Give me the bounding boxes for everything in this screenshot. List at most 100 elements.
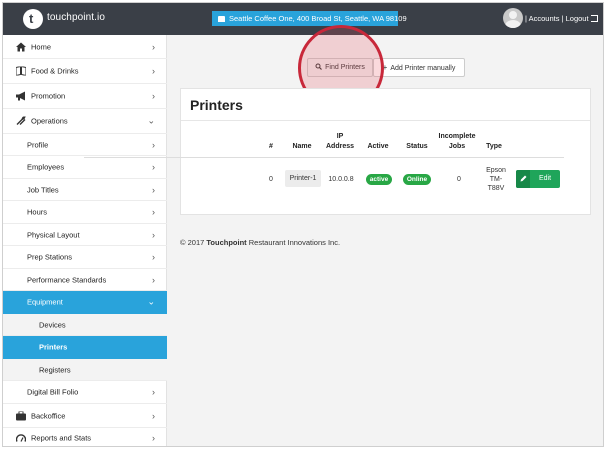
sidebar-item-label: Employees [27,162,65,172]
sidebar-item-label: Reports and Stats [31,433,92,443]
sidebar-item-devices[interactable]: Devices [3,314,167,336]
cell-active: active [365,174,393,185]
sidebar-item-job-titles[interactable]: Job Titles › [3,179,167,201]
sidebar-item-operations[interactable]: Operations ⌄ [3,109,167,134]
separator: | [525,14,527,23]
edit-button[interactable]: Edit [516,170,560,188]
speedometer-icon [16,434,26,442]
store-icon [218,16,225,23]
briefcase-icon [16,411,26,420]
location-label: Seattle Coffee One, 400 Broad St, Seattl… [229,14,407,23]
app-window: t touchpoint.io Seattle Coffee One, 400 … [2,2,604,447]
sidebar-item-label: Job Titles [27,185,59,194]
sidebar-item-label: Operations [31,116,68,126]
home-icon [16,42,26,51]
chevron-right-icon: › [152,139,155,150]
logo-letter: t [29,11,34,26]
sidebar-item-equipment[interactable]: Equipment ⌄ [3,291,167,314]
footer: © 2017 Touchpoint Restaurant Innovations… [180,238,340,247]
sidebar-item-label: Registers [39,365,71,374]
cell-ip: 10.0.0.8 [328,176,354,183]
footer-company: Touchpoint [206,238,247,247]
logout-icon[interactable] [590,15,598,22]
add-printer-button[interactable]: + Add Printer manually [373,58,465,77]
chevron-right-icon: › [152,162,155,172]
sidebar-item-backoffice[interactable]: Backoffice › [3,404,167,428]
chevron-right-icon: › [152,184,155,195]
col-header-status: Status [406,143,428,150]
sidebar-item-performance-standards[interactable]: Performance Standards › [3,269,167,291]
sidebar-item-promotion[interactable]: Promotion › [3,84,167,109]
sidebar-item-employees[interactable]: Employees › [3,156,167,179]
chevron-right-icon: › [152,410,155,421]
avatar[interactable] [503,8,523,28]
chevron-down-icon: ⌄ [147,115,155,126]
sidebar-item-registers[interactable]: Registers [3,359,167,381]
sidebar-item-digital-bill-folio[interactable]: Digital Bill Folio › [3,381,167,404]
sidebar-item-label: Physical Layout [27,230,80,239]
col-header-num: # [269,143,273,150]
pencil-icon [516,170,530,188]
chevron-right-icon: › [152,252,155,262]
cell-jobs: 0 [457,176,461,183]
sidebar-item-label: Prep Stations [27,252,73,262]
top-bar: t touchpoint.io Seattle Coffee One, 400 … [3,3,603,35]
cell-num: 0 [269,176,273,183]
logout-link[interactable]: Logout [566,14,589,23]
sidebar-item-label: Printers [39,342,68,352]
chevron-down-icon: ⌄ [147,296,155,307]
footer-suffix: Restaurant Innovations Inc. [246,238,341,247]
book-icon [16,66,26,76]
cell-type: Epson TM-T88V [486,167,506,192]
col-header-name: Name [292,143,312,150]
sidebar-item-label: Hours [27,207,48,217]
chevron-right-icon: › [152,207,155,217]
sidebar: Home › Food & Drinks › Promotion › Opera… [3,35,167,446]
table-header-divider [84,157,564,158]
sidebar-item-reports-stats[interactable]: Reports and Stats › [3,428,167,446]
sidebar-item-hours[interactable]: Hours › [3,201,167,224]
cell-status: Online [400,174,434,185]
sidebar-item-label: Performance Standards [27,275,107,284]
chevron-right-icon: › [152,387,155,397]
divider [181,120,590,121]
add-printer-label: Add Printer manually [390,65,456,72]
separator: | [561,14,564,23]
tools-icon [16,116,26,125]
pencil-svg [520,175,526,182]
sidebar-item-prep-stations[interactable]: Prep Stations › [3,246,167,269]
sidebar-item-label: Devices [39,320,66,329]
edit-label: Edit [539,175,552,182]
chevron-right-icon: › [152,433,155,443]
page-title: Printers [190,97,243,113]
sidebar-item-label: Digital Bill Folio [27,387,79,397]
accounts-link[interactable]: Accounts [529,14,560,23]
location-selector[interactable]: Seattle Coffee One, 400 Broad St, Seattl… [212,11,407,26]
sidebar-item-label: Home [31,42,52,51]
col-header-type: Type [486,143,502,150]
sidebar-item-food-drinks[interactable]: Food & Drinks › [3,59,167,84]
col-header-ip: IP Address [325,133,354,150]
chevron-right-icon: › [152,229,155,240]
sidebar-item-label: Profile [27,140,49,149]
account-links: | Accounts | Logout [525,14,598,23]
col-header-jobs: Incomplete Jobs [438,133,476,150]
status-badge: Online [402,174,432,185]
col-header-active: Active [367,143,389,150]
brand-name[interactable]: touchpoint.io [47,12,105,23]
footer-prefix: © 2017 [180,238,207,247]
sidebar-item-label: Food & Drinks [31,66,79,76]
chevron-right-icon: › [152,66,155,76]
sidebar-item-home[interactable]: Home › [3,35,167,59]
sidebar-item-label: Backoffice [31,411,66,420]
active-badge: active [365,174,393,185]
sidebar-item-physical-layout[interactable]: Physical Layout › [3,224,167,246]
sidebar-item-label: Equipment [27,297,63,307]
chevron-right-icon: › [152,274,155,285]
chevron-right-icon: › [152,41,155,52]
cell-name: Printer-1 [285,170,321,187]
megaphone-icon [16,91,25,101]
sidebar-item-profile[interactable]: Profile › [3,134,167,156]
sidebar-item-printers[interactable]: Printers [3,336,167,359]
logo-icon[interactable]: t [23,9,43,29]
